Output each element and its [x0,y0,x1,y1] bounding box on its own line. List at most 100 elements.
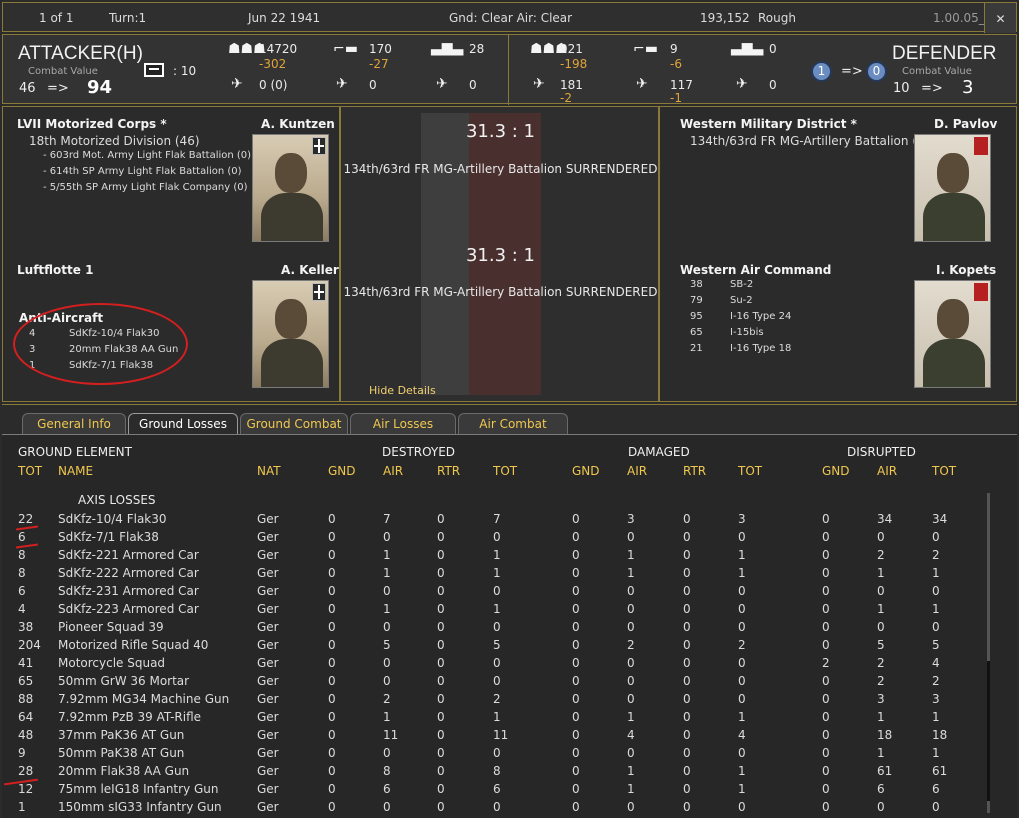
defender-district[interactable]: Western Military District * [680,117,857,131]
column-header[interactable]: AIR [877,464,897,478]
table-cell: 0 [877,584,885,598]
def-tank-icon: ▃▆▃ [731,40,764,56]
column-header[interactable]: NAME [58,464,93,478]
defender-air2-loss: -1 [670,91,682,105]
table-cell: 0 [328,746,336,760]
defender-title: DEFENDER [892,43,997,64]
table-cell: 11 [493,728,509,742]
commander-portrait-kopets[interactable] [914,280,991,388]
table-cell: 0 [572,710,580,724]
table-cell: 6 [18,584,26,598]
commander-portrait-kuntzen[interactable] [252,134,329,242]
summary-divider [508,35,509,105]
table-cell: 61 [932,764,948,778]
column-header[interactable]: TOT [738,464,762,478]
table-cell: 0 [328,710,336,724]
table-cell: 1 [383,710,391,724]
table-cell: 0 [437,800,445,814]
table-cell: 61 [877,764,893,778]
column-header[interactable]: AIR [627,464,647,478]
table-cell: 0 [437,656,445,670]
table-cell: 0 [822,782,830,796]
combat-result: 134th/63rd FR MG-Artillery Battalion SUR… [343,285,658,299]
tab-general-info[interactable]: General Info [22,413,126,436]
column-header[interactable]: TOT [932,464,956,478]
table-cell: 2 [383,692,391,706]
table-cell: Ger [257,548,279,562]
table-cell: 0 [437,746,445,760]
table-cell: 0 [328,620,336,634]
table-cell: Ger [257,620,279,634]
defender-air-commander[interactable]: I. Kopets [936,263,996,277]
table-cell: 0 [738,746,746,760]
tab-air-combat[interactable]: Air Combat [458,413,568,436]
defender-men: 921 [560,42,583,56]
table-cell: 0 [627,656,635,670]
column-header[interactable]: AIR [383,464,403,478]
air-command[interactable]: Luftflotte 1 [17,263,93,277]
table-cell: 0 [627,530,635,544]
attacker-tanks: 28 [469,42,485,56]
column-header[interactable]: RTR [437,464,460,478]
bomber-icon: ✈ [336,76,348,92]
table-cell: 0 [683,620,691,634]
tab-ground-losses[interactable]: Ground Losses [128,413,238,436]
transport-icon: ✈ [436,76,448,92]
element-name: Motorized Rifle Squad 40 [58,638,209,652]
table-cell: 3 [627,512,635,526]
table-cell: 0 [493,530,501,544]
air-commander[interactable]: A. Keller [281,263,339,277]
attached-unit[interactable]: - 603rd Mot. Army Light Flak Battalion (… [43,150,251,161]
combat-result: 134th/63rd FR MG-Artillery Battalion SUR… [343,162,658,176]
table-cell: 41 [18,656,34,670]
commander-portrait-pavlov[interactable] [914,134,991,242]
table-cell: 6 [877,782,885,796]
defender-district-commander[interactable]: D. Pavlov [934,117,997,131]
column-header[interactable]: RTR [683,464,706,478]
table-cell: 48 [18,728,34,742]
defender-unit[interactable]: 134th/63rd FR MG-Artillery Battalion (10… [690,134,937,148]
hide-details-link[interactable]: Hide Details [369,384,436,397]
table-cell: 0 [383,620,391,634]
table-cell: 5 [877,638,885,652]
commander-portrait-keller[interactable] [252,280,329,388]
element-name: Motorcycle Squad [58,656,166,670]
table-cell: 9 [18,746,26,760]
attacker-air2: 0 [369,78,377,92]
column-header[interactable]: GND [572,464,600,478]
defender-air-command[interactable]: Western Air Command [680,263,831,277]
hex-label: 193,152 [700,11,750,25]
column-header[interactable]: TOT [18,464,42,478]
attacker-division[interactable]: 18th Motorized Division (46) [29,134,200,148]
turn-label: Turn:1 [109,11,147,25]
table-cell: 0 [932,620,940,634]
column-header[interactable]: GND [328,464,356,478]
table-cell: 0 [572,674,580,688]
tab-bar: General Info Ground Losses Ground Combat… [2,404,1017,436]
table-cell: 0 [932,800,940,814]
table-cell: 0 [437,638,445,652]
table-cell: 0 [437,782,445,796]
attached-unit[interactable]: - 614th SP Army Light Flak Battalion (0) [43,166,242,177]
column-header[interactable]: NAT [257,464,281,478]
table-cell: 0 [627,620,635,634]
column-header[interactable]: TOT [493,464,517,478]
tab-air-losses[interactable]: Air Losses [350,413,456,436]
attached-unit[interactable]: - 5/55th SP Army Light Flak Company (0) [43,182,248,193]
defender-air2: 117 [670,78,693,92]
column-header[interactable]: GND [822,464,850,478]
tab-ground-combat[interactable]: Ground Combat [240,413,348,436]
attacker-corps-commander[interactable]: A. Kuntzen [261,117,335,131]
table-cell: Ger [257,638,279,652]
close-button[interactable]: ✕ [984,3,1016,33]
table-cell: 0 [822,566,830,580]
table-cell: Ger [257,566,279,580]
scrollbar-thumb[interactable] [987,661,990,801]
attacker-corps[interactable]: LVII Motorized Corps * [17,117,167,131]
table-cell: 8 [493,764,501,778]
combat-result-panel: 31.3 : 1 134th/63rd FR MG-Artillery Batt… [340,106,659,402]
table-cell: 0 [328,566,336,580]
table-cell: 11 [383,728,399,742]
table-cell: 0 [437,620,445,634]
aircraft-name: I-16 Type 18 [730,343,792,354]
